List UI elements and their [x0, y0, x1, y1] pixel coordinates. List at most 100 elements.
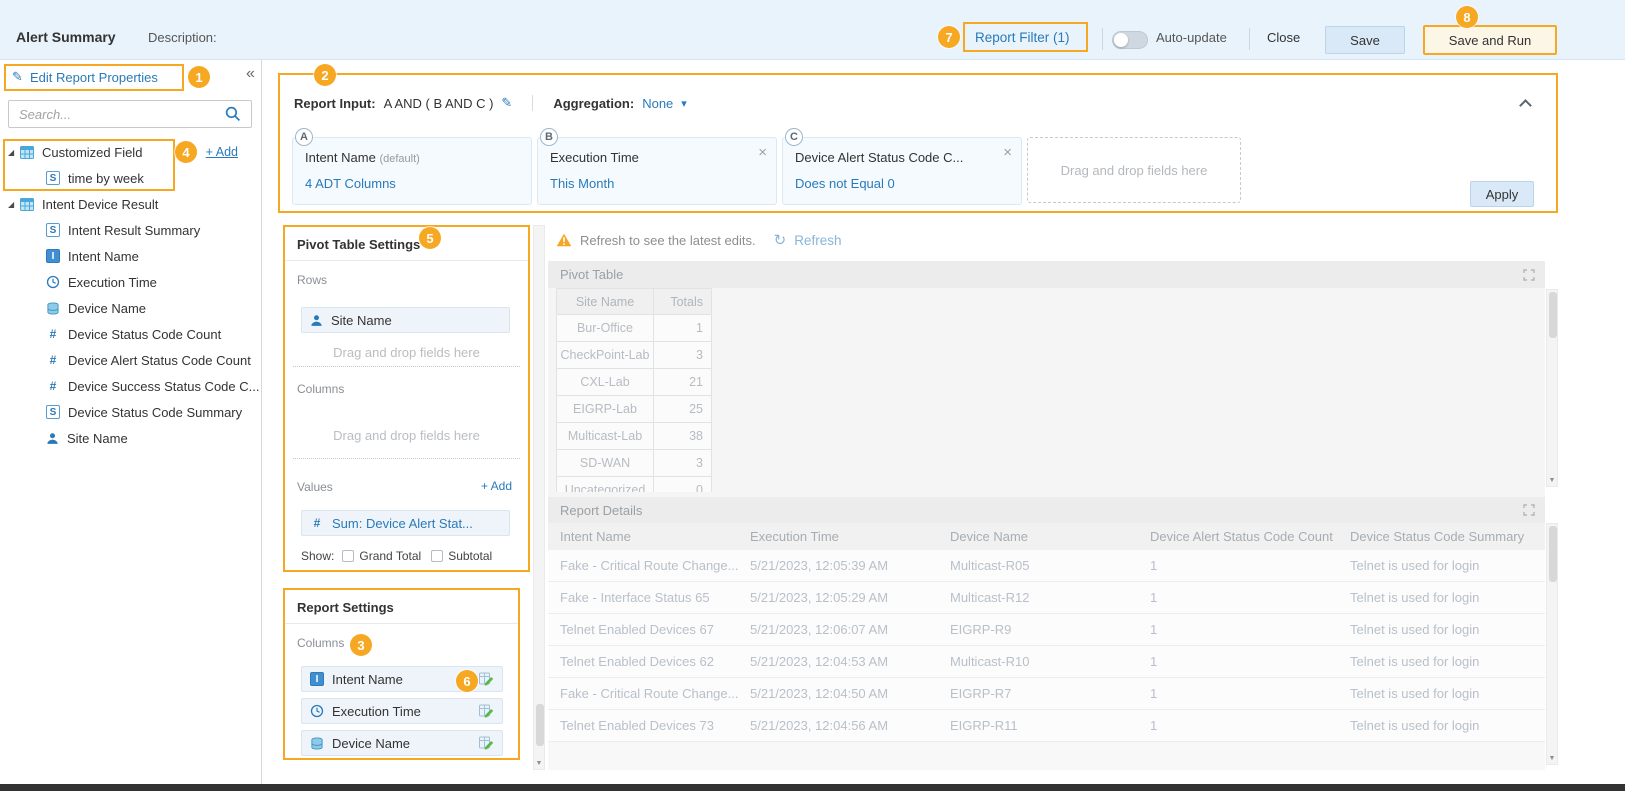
report-column-chip-execution-time[interactable]: Execution Time	[301, 698, 503, 724]
show-options-row: Show: Grand Total Subtotal	[301, 549, 492, 563]
expand-icon[interactable]	[1523, 504, 1535, 516]
auto-update-toggle[interactable]	[1112, 31, 1148, 49]
tree-expanded-icon[interactable]: ◢	[8, 200, 20, 209]
intent-type-icon: I	[310, 672, 324, 686]
divider	[293, 366, 520, 367]
settings-scrollbar[interactable]: ▼	[533, 225, 545, 770]
details-row: Telnet Enabled Devices 73 5/21/2023, 12:…	[548, 710, 1545, 742]
search-input[interactable]	[8, 100, 252, 128]
scrollbar-thumb[interactable]	[1549, 526, 1557, 582]
pivot-table-title: Pivot Table	[560, 267, 623, 282]
edit-expression-icon[interactable]: ✎	[501, 95, 512, 111]
callout-5: 5	[419, 227, 441, 249]
report-input-expression: A AND ( B AND C )	[384, 96, 494, 111]
tree-item-device-name[interactable]: Device Name	[0, 295, 262, 321]
details-cell: Multicast-R05	[950, 558, 1150, 573]
report-settings-panel: Report Settings Columns I Intent Name Ex…	[283, 588, 520, 760]
chip-label: Device Name	[332, 736, 410, 751]
report-details-section-header: Report Details	[548, 497, 1545, 523]
edit-report-properties-link[interactable]: Edit Report Properties	[30, 70, 158, 85]
auto-update-label: Auto-update	[1156, 30, 1227, 45]
add-value-link[interactable]: + Add	[481, 479, 512, 493]
details-col-header: Intent Name	[560, 529, 750, 544]
tree-group-intent-device-result[interactable]: ◢ Intent Device Result	[0, 191, 262, 217]
input-drop-zone[interactable]: Drag and drop fields here	[1027, 137, 1241, 203]
columns-drop-zone[interactable]: Drag and drop fields here	[285, 428, 528, 443]
tree-item-device-status-code-summary[interactable]: S Device Status Code Summary	[0, 399, 262, 425]
scrollbar-thumb[interactable]	[1549, 292, 1557, 338]
grand-total-checkbox[interactable]	[342, 550, 354, 562]
scrollbar-thumb[interactable]	[536, 704, 544, 746]
pivot-settings-title: Pivot Table Settings	[297, 237, 420, 252]
search-icon[interactable]	[224, 105, 241, 125]
rows-drop-zone[interactable]: Drag and drop fields here	[285, 345, 528, 360]
site-person-icon	[46, 432, 59, 445]
tree-group-customized-field[interactable]: ◢ Customized Field + Add	[0, 139, 262, 165]
refresh-link[interactable]: Refresh	[794, 233, 841, 248]
pivot-cell: 21	[654, 369, 712, 396]
chip-label: Intent Name	[332, 672, 403, 687]
pivot-row: SD-WAN 3	[557, 450, 712, 477]
details-cell: Multicast-R10	[950, 654, 1150, 669]
save-button[interactable]: Save	[1325, 26, 1405, 54]
report-filter-button[interactable]: Report Filter (1)	[975, 30, 1070, 45]
pivot-cell: 0	[654, 477, 712, 492]
tree-item-device-alert-status-code-count[interactable]: # Device Alert Status Code Count	[0, 347, 262, 373]
tree-item-intent-result-summary[interactable]: S Intent Result Summary	[0, 217, 262, 243]
details-cell: 1	[1150, 558, 1350, 573]
column-edit-icon[interactable]	[479, 736, 494, 750]
card-value-link[interactable]: This Month	[550, 176, 614, 191]
window-bottom-edge	[0, 784, 1625, 791]
close-icon[interactable]: ×	[758, 144, 767, 161]
card-value-link[interactable]: 4 ADT Columns	[305, 176, 396, 191]
collapse-sidebar-icon[interactable]: «	[246, 65, 255, 83]
tree-expanded-icon[interactable]: ◢	[8, 148, 20, 157]
intent-type-icon: I	[46, 249, 60, 263]
pivot-row: CheckPoint-Lab 3	[557, 342, 712, 369]
tree-item-device-success-status-code-count[interactable]: # Device Success Status Code C...	[0, 373, 262, 399]
details-cell: EIGRP-R11	[950, 718, 1150, 733]
device-stack-icon	[310, 737, 324, 750]
divider	[1102, 28, 1103, 50]
card-value-link[interactable]: Does not Equal 0	[795, 176, 895, 191]
close-icon[interactable]: ×	[1003, 144, 1012, 161]
pivot-cell: 3	[654, 342, 712, 369]
pivot-table-scrollbar[interactable]: ▼	[1546, 289, 1558, 487]
collapse-panel-icon[interactable]	[1519, 99, 1532, 112]
report-details-scrollbar[interactable]: ▼	[1546, 523, 1558, 765]
tree-item-device-status-code-count[interactable]: # Device Status Code Count	[0, 321, 262, 347]
column-edit-icon[interactable]	[479, 672, 494, 686]
column-edit-icon[interactable]	[479, 704, 494, 718]
apply-button[interactable]: Apply	[1470, 181, 1534, 207]
input-cards-row: A Intent Name (default) 4 ADT Columns B …	[292, 137, 1241, 205]
aggregation-select[interactable]: None	[642, 96, 673, 111]
clock-icon	[46, 275, 60, 289]
add-customized-field-link[interactable]: + Add	[206, 145, 238, 159]
tree-item-intent-name[interactable]: I Intent Name	[0, 243, 262, 269]
refresh-icon[interactable]: ↻	[774, 231, 787, 249]
expand-icon[interactable]	[1523, 269, 1535, 281]
chevron-down-icon[interactable]: ▾	[681, 97, 687, 110]
scroll-down-arrow[interactable]: ▼	[534, 760, 544, 767]
warning-icon	[556, 233, 572, 247]
scroll-down-arrow[interactable]: ▼	[1547, 477, 1557, 484]
number-type-icon: #	[46, 353, 60, 367]
tree-item-execution-time[interactable]: Execution Time	[0, 269, 262, 295]
pivot-rows-field-chip[interactable]: Site Name	[301, 307, 510, 333]
subtotal-checkbox[interactable]	[431, 550, 443, 562]
pivot-values-field-chip[interactable]: # Sum: Device Alert Stat...	[301, 510, 510, 536]
chip-label: Sum: Device Alert Stat...	[332, 516, 473, 531]
columns-section-label: Columns	[297, 382, 344, 396]
details-cell: 5/21/2023, 12:05:29 AM	[750, 590, 950, 605]
save-and-run-button[interactable]: Save and Run	[1423, 25, 1557, 55]
tree-item-site-name[interactable]: Site Name	[0, 425, 262, 451]
divider	[285, 623, 518, 624]
divider	[1249, 28, 1250, 50]
details-row: Telnet Enabled Devices 62 5/21/2023, 12:…	[548, 646, 1545, 678]
close-button[interactable]: Close	[1267, 30, 1300, 45]
tree-item-time-by-week[interactable]: S time by week	[0, 165, 262, 191]
page-title: Alert Summary	[16, 29, 116, 45]
chip-label: Site Name	[331, 313, 392, 328]
scroll-down-arrow[interactable]: ▼	[1547, 755, 1557, 762]
report-column-chip-device-name[interactable]: Device Name	[301, 730, 503, 756]
